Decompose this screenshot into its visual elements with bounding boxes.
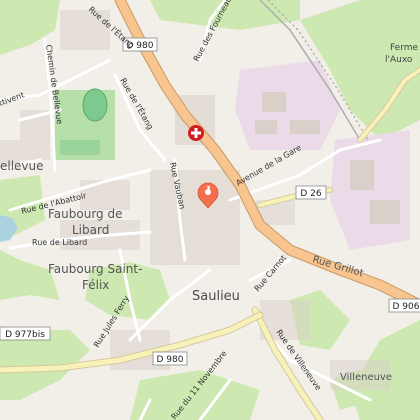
map-canvas[interactable]: D 980 D 26 D 906 D 977bis D 980 Rue de l… bbox=[0, 0, 420, 420]
hospital-icon[interactable] bbox=[188, 125, 204, 141]
place-lauxo: l'Auxo bbox=[385, 55, 413, 65]
place-felix: Félix bbox=[82, 278, 109, 292]
place-libard: Libard bbox=[72, 223, 109, 237]
place-bellevue: ellevue bbox=[0, 159, 44, 173]
shield-d26: D 26 bbox=[300, 189, 322, 199]
map-svg: D 980 D 26 D 906 D 977bis D 980 Rue de l… bbox=[0, 0, 420, 420]
label-rue-de-libard: Rue de Libard bbox=[32, 238, 87, 247]
place-faubourg-saint: Faubourg Saint- bbox=[48, 262, 142, 276]
place-ferme: Ferme bbox=[390, 43, 419, 53]
shield-d906: D 906 bbox=[393, 302, 420, 312]
label-rue-grillot: Rue Grillot bbox=[311, 254, 364, 279]
stadium bbox=[55, 88, 115, 160]
label-rue-carnot: Rue Carnot bbox=[253, 253, 288, 293]
label-ttivent: ttivent bbox=[0, 90, 25, 107]
shield-d980-bottom: D 980 bbox=[157, 355, 184, 365]
place-villeneuve: Villeneuve bbox=[340, 372, 392, 383]
place-saulieu: Saulieu bbox=[192, 289, 240, 304]
shield-d977bis: D 977bis bbox=[5, 330, 45, 340]
place-faubourg-de: Faubourg de bbox=[48, 207, 122, 221]
